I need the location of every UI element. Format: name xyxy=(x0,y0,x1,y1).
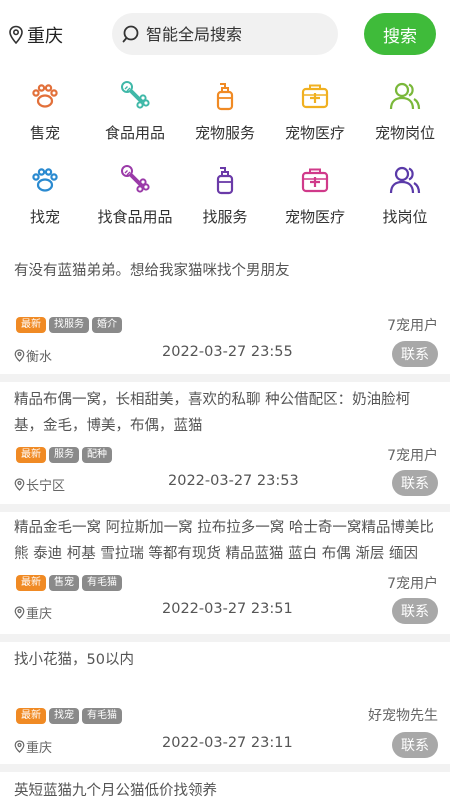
location-text: 衡水 xyxy=(26,350,53,365)
category-label: 找服务 xyxy=(202,208,248,226)
category-label: 售宠 xyxy=(29,124,60,142)
post-text: 找小花猫，50以内 xyxy=(14,652,134,668)
post-tags: 最新 售宠 有毛猫 xyxy=(16,575,122,591)
search-icon xyxy=(122,25,139,43)
category-row-sell: 售宠 食品用品 宠物服务 宠物医疗 宠物岗位 xyxy=(0,76,450,160)
paw-icon xyxy=(29,164,61,196)
post-card[interactable]: 英短蓝猫九个月公猫低价找领养 xyxy=(0,772,450,800)
tag-badge: 售宠 xyxy=(49,575,79,591)
post-time: 2022-03-27 23:11 xyxy=(162,735,293,751)
post-time: 2022-03-27 23:53 xyxy=(168,473,299,489)
medical-kit-icon xyxy=(299,80,331,112)
post-location: 衡水 xyxy=(14,346,52,365)
category-row-find: 找宠 找食品用品 找服务 宠物医疗 找岗位 xyxy=(0,160,450,244)
location-pin-icon xyxy=(14,740,25,753)
tag-badge: 有毛猫 xyxy=(82,708,122,724)
post-author: 7宠用户 xyxy=(387,576,438,592)
category-find-service[interactable]: 找服务 xyxy=(180,160,270,244)
bone-icon xyxy=(119,164,151,196)
location-pin-icon xyxy=(9,25,23,45)
post-card[interactable]: 精品金毛一窝 阿拉斯加一窝 拉布拉多一窝 哈士奇一窝精品博美比熊 泰迪 柯基 雪… xyxy=(0,512,450,642)
category-pet-medical[interactable]: 宠物医疗 xyxy=(270,76,360,160)
top-bar: 重庆 搜索 xyxy=(0,0,450,68)
category-label: 找岗位 xyxy=(382,208,428,226)
post-author: 好宠物先生 xyxy=(368,708,438,724)
category-label: 宠物服务 xyxy=(194,124,255,142)
paw-icon xyxy=(29,80,61,112)
location-text: 长宁区 xyxy=(26,479,66,494)
post-location: 重庆 xyxy=(14,603,52,622)
post-text: 精品布偶一窝，长相甜美，喜欢的私聊 种公借配区：奶油脸柯基，金毛，博美，布偶，蓝… xyxy=(14,392,411,434)
location-pin-icon xyxy=(14,606,25,619)
people-icon xyxy=(389,80,421,112)
tag-badge: 配种 xyxy=(82,447,112,463)
medical-kit-icon xyxy=(299,164,331,196)
contact-button[interactable]: 联系 xyxy=(392,598,438,624)
shampoo-bottle-icon xyxy=(209,164,241,196)
post-author: 7宠用户 xyxy=(387,318,438,334)
post-author: 7宠用户 xyxy=(387,448,438,464)
post-text: 有没有蓝猫弟弟。想给我家猫咪找个男朋友 xyxy=(14,263,290,279)
category-find-pet[interactable]: 找宠 xyxy=(0,160,90,244)
category-find-food-supplies[interactable]: 找食品用品 xyxy=(90,160,180,244)
post-time: 2022-03-27 23:51 xyxy=(162,601,293,617)
shampoo-bottle-icon xyxy=(209,80,241,112)
tag-badge: 最新 xyxy=(16,447,46,463)
search-box[interactable] xyxy=(112,13,338,55)
post-text: 精品金毛一窝 阿拉斯加一窝 拉布拉多一窝 哈士奇一窝精品博美比熊 泰迪 柯基 雪… xyxy=(14,520,434,562)
post-tags: 最新 服务 配种 xyxy=(16,447,112,463)
tag-badge: 最新 xyxy=(16,575,46,591)
category-label: 食品用品 xyxy=(104,124,165,142)
category-find-medical[interactable]: 宠物医疗 xyxy=(270,160,360,244)
post-text: 英短蓝猫九个月公猫低价找领养 xyxy=(14,783,217,799)
category-label: 找宠 xyxy=(29,208,60,226)
category-find-jobs[interactable]: 找岗位 xyxy=(360,160,450,244)
post-card[interactable]: 找小花猫，50以内 最新 找宠 有毛猫 好宠物先生 重庆 2022-03-27 … xyxy=(0,642,450,772)
category-pet-jobs[interactable]: 宠物岗位 xyxy=(360,76,450,160)
search-button[interactable]: 搜索 xyxy=(364,13,436,55)
post-card[interactable]: 有没有蓝猫弟弟。想给我家猫咪找个男朋友 最新 找服务 婚介 7宠用户 衡水 20… xyxy=(0,250,450,382)
tag-badge: 服务 xyxy=(49,447,79,463)
category-food-supplies[interactable]: 食品用品 xyxy=(90,76,180,160)
city-name: 重庆 xyxy=(27,26,63,47)
tag-badge: 找服务 xyxy=(49,317,89,333)
post-card[interactable]: 精品布偶一窝，长相甜美，喜欢的私聊 种公借配区：奶油脸柯基，金毛，博美，布偶，蓝… xyxy=(0,382,450,512)
tag-badge: 最新 xyxy=(16,317,46,333)
people-icon xyxy=(389,164,421,196)
contact-button[interactable]: 联系 xyxy=(392,341,438,367)
city-selector[interactable]: 重庆 xyxy=(8,22,63,48)
location-pin-icon xyxy=(14,349,25,362)
post-tags: 最新 找服务 婚介 xyxy=(16,317,122,333)
category-label: 宠物医疗 xyxy=(284,208,345,226)
category-label: 宠物岗位 xyxy=(374,124,435,142)
post-feed: 有没有蓝猫弟弟。想给我家猫咪找个男朋友 最新 找服务 婚介 7宠用户 衡水 20… xyxy=(0,250,450,800)
location-text: 重庆 xyxy=(26,741,53,756)
post-location: 重庆 xyxy=(14,737,52,756)
post-tags: 最新 找宠 有毛猫 xyxy=(16,708,122,724)
bone-icon xyxy=(119,80,151,112)
tag-badge: 有毛猫 xyxy=(82,575,122,591)
tag-badge: 婚介 xyxy=(92,317,122,333)
category-label: 找食品用品 xyxy=(97,208,173,226)
tag-badge: 最新 xyxy=(16,708,46,724)
category-pet-service[interactable]: 宠物服务 xyxy=(180,76,270,160)
category-sell-pet[interactable]: 售宠 xyxy=(0,76,90,160)
contact-button[interactable]: 联系 xyxy=(392,470,438,496)
location-pin-icon xyxy=(14,478,25,491)
search-input[interactable] xyxy=(146,24,326,44)
location-text: 重庆 xyxy=(26,607,53,622)
tag-badge: 找宠 xyxy=(49,708,79,724)
category-grid: 售宠 食品用品 宠物服务 宠物医疗 宠物岗位 找宠 找食品用品 找服务 宠物医疗… xyxy=(0,76,450,244)
post-time: 2022-03-27 23:55 xyxy=(162,344,293,360)
post-location: 长宁区 xyxy=(14,475,65,494)
contact-button[interactable]: 联系 xyxy=(392,732,438,758)
category-label: 宠物医疗 xyxy=(284,124,345,142)
